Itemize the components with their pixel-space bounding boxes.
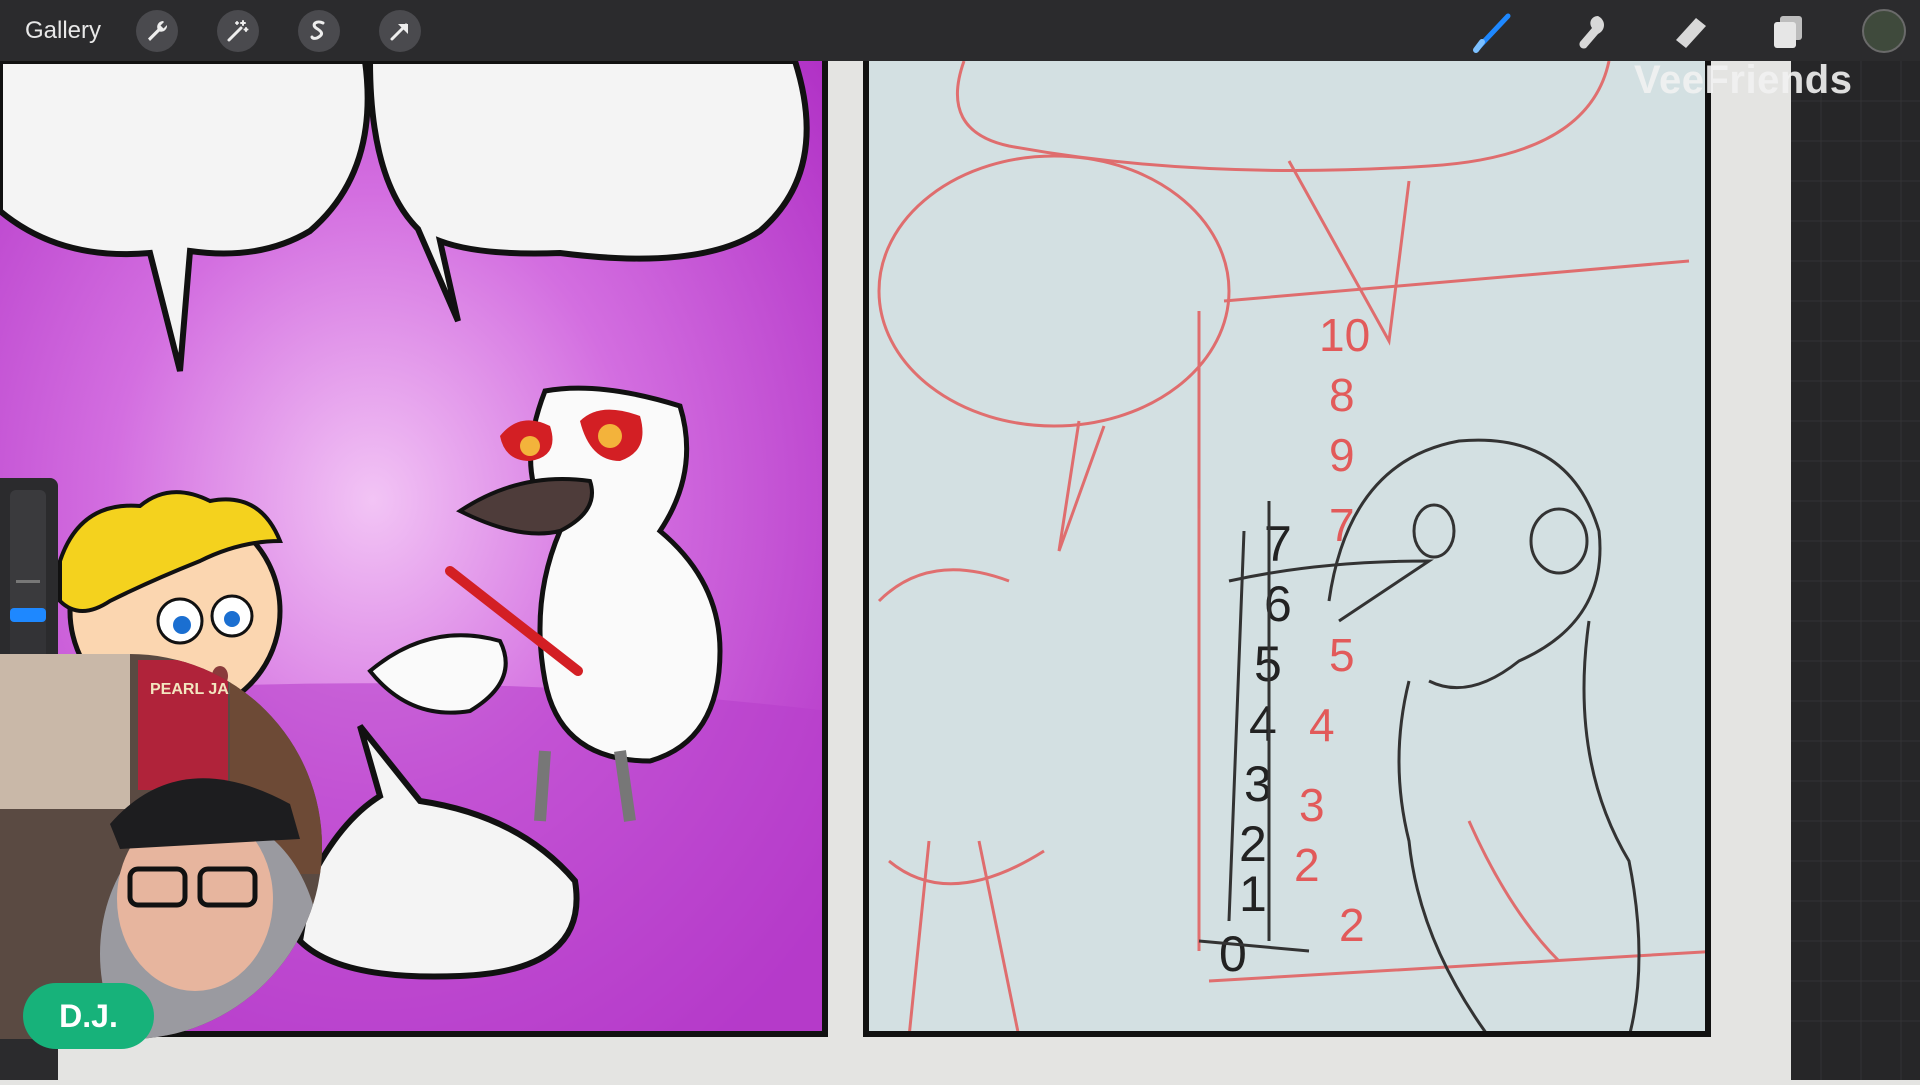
smudge-button[interactable] (1570, 10, 1614, 54)
adjustments-button[interactable] (217, 10, 259, 52)
smudge-icon (1579, 16, 1604, 49)
layers-icon (1774, 16, 1802, 48)
canvas-background (1791, 61, 1920, 1080)
eraser-icon (1676, 18, 1706, 48)
selection-button[interactable] (298, 10, 340, 52)
sketch-number: 8 (1329, 369, 1355, 421)
actions-wrench-button[interactable] (136, 10, 178, 52)
transform-arrow-icon (390, 23, 408, 41)
sketch-number: 0 (1219, 926, 1247, 982)
sketch-number: 2 (1294, 839, 1320, 891)
magic-wand-icon (227, 20, 249, 42)
sketch-number: 9 (1329, 429, 1355, 481)
size-slider-tick (16, 580, 40, 583)
sketch-artwork: 10 8 9 7 5 4 3 2 2 7 6 5 4 3 2 1 0 (869, 61, 1705, 1031)
selection-icon (310, 20, 325, 40)
top-toolbar: Gallery (0, 0, 1920, 61)
layers-button[interactable] (1766, 10, 1810, 54)
transform-button[interactable] (379, 10, 421, 52)
opacity-slider-thumb[interactable] (10, 608, 46, 622)
color-picker-button[interactable] (1862, 9, 1906, 53)
veefriends-watermark: VeeFriends (1634, 58, 1853, 102)
comic-panel-sketch: 10 8 9 7 5 4 3 2 2 7 6 5 4 3 2 1 0 (863, 61, 1711, 1037)
sketch-number: 2 (1239, 816, 1267, 872)
grid-pattern (1791, 61, 1920, 1080)
eraser-button[interactable] (1668, 10, 1712, 54)
brush-button[interactable] (1470, 10, 1514, 54)
sketch-number: 2 (1339, 899, 1365, 951)
sketch-number: 3 (1299, 779, 1325, 831)
wrench-icon (148, 21, 168, 41)
poster-text: PEARL JAM (150, 681, 242, 698)
sketch-number: 4 (1249, 696, 1277, 752)
gallery-button[interactable]: Gallery (25, 17, 101, 45)
sketch-number: 1 (1239, 866, 1267, 922)
sketch-number: 5 (1329, 629, 1355, 681)
brush-icon (1473, 13, 1511, 53)
sketch-number: 10 (1319, 309, 1370, 361)
sketch-number: 4 (1309, 699, 1335, 751)
name-badge: D.J. (23, 983, 154, 1049)
